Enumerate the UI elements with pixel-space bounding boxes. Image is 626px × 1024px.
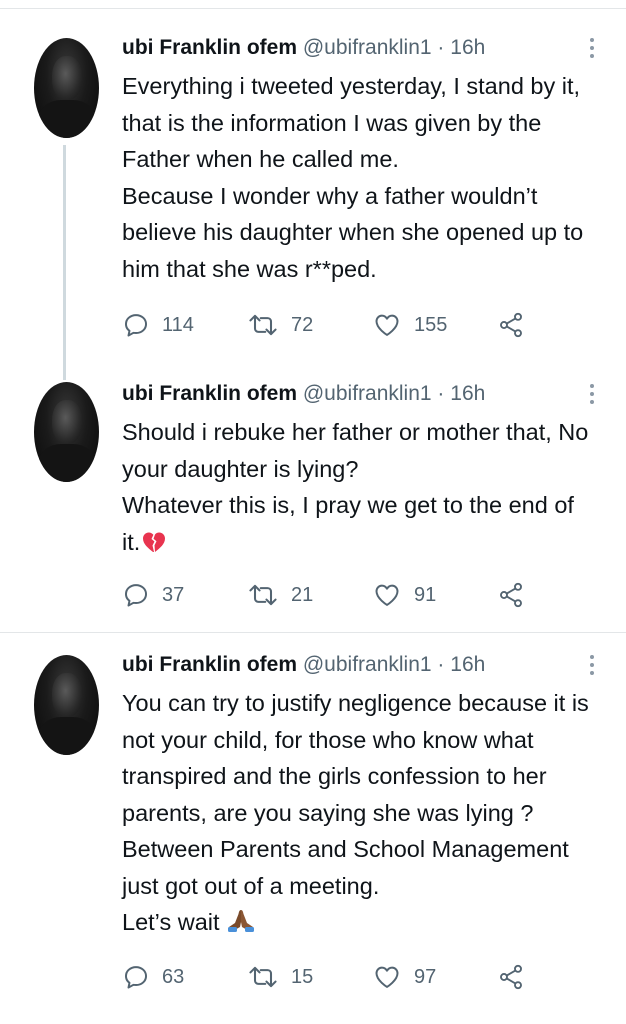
- like-count: 97: [414, 965, 437, 988]
- like-icon: [375, 966, 399, 988]
- share-icon: [500, 582, 522, 608]
- like-button[interactable]: 155: [372, 309, 447, 341]
- tweet-3[interactable]: ubi Franklin ofem @ubifranklin1 · 16h Yo…: [0, 633, 626, 1024]
- timestamp[interactable]: 16h: [450, 653, 485, 676]
- tweet-line-text: Let’s wait: [122, 909, 220, 935]
- avatar[interactable]: [34, 382, 99, 482]
- tweet-line: Father when he called me.: [122, 146, 399, 172]
- retweet-icon: [249, 966, 277, 988]
- tweet-text: Everything i tweeted yesterday, I stand …: [122, 68, 612, 287]
- retweet-button[interactable]: 15: [247, 961, 313, 993]
- separator-dot: ·: [437, 36, 445, 59]
- tweet-line: Everything i tweeted yesterday, I stand …: [122, 73, 581, 99]
- like-count: 91: [414, 583, 437, 606]
- folded-hands-emoji: [228, 910, 255, 932]
- reply-icon: [124, 966, 148, 989]
- broken-heart-emoji: [143, 532, 166, 552]
- separator-dot: ·: [437, 382, 445, 405]
- reply-icon: [124, 584, 148, 607]
- reply-count: 37: [162, 583, 185, 606]
- reply-count: 114: [162, 313, 194, 336]
- thread-connector: [63, 145, 66, 380]
- action-bar: 63 15 97: [122, 961, 592, 993]
- tweet-line-text: it.: [122, 528, 141, 555]
- action-bar: 114 72 155: [122, 309, 592, 341]
- author-name[interactable]: ubi Franklin ofem: [122, 382, 297, 405]
- like-button[interactable]: 91: [372, 579, 436, 611]
- tweet-line: You can try to justify negligence becaus…: [122, 690, 589, 716]
- tweet-header: ubi Franklin ofem @ubifranklin1 · 16h: [122, 653, 485, 677]
- retweet-count: 15: [291, 965, 314, 988]
- retweet-button[interactable]: 21: [247, 579, 313, 611]
- avatar[interactable]: [34, 655, 99, 755]
- tweet-line: Whatever this is, I pray we get to the e…: [122, 492, 574, 518]
- share-button[interactable]: [497, 961, 525, 993]
- reply-button[interactable]: 114: [122, 309, 194, 341]
- reply-icon: [124, 314, 148, 337]
- more-icon[interactable]: [588, 38, 596, 62]
- retweet-icon: [249, 314, 277, 336]
- tweet-line: parents, are you saying she was lying ?: [122, 799, 534, 826]
- share-icon: [500, 312, 522, 338]
- tweet-2[interactable]: ubi Franklin ofem @ubifranklin1 · 16h Sh…: [0, 380, 626, 632]
- tweet-line: your daughter is lying?: [122, 455, 359, 482]
- author-handle[interactable]: @ubifranklin1: [303, 36, 432, 59]
- more-icon[interactable]: [588, 384, 596, 408]
- action-bar: 37 21 91: [122, 579, 592, 611]
- retweet-count: 72: [291, 313, 314, 336]
- retweet-count: 21: [291, 583, 314, 606]
- tweet-header: ubi Franklin ofem @ubifranklin1 · 16h: [122, 36, 485, 60]
- retweet-button[interactable]: 72: [247, 309, 313, 341]
- timestamp[interactable]: 16h: [450, 382, 485, 405]
- tweet-line: not your child, for those who know what: [122, 726, 534, 753]
- tweet-line: Because I wonder why a father wouldn’t: [122, 182, 538, 209]
- reply-count: 63: [162, 965, 185, 988]
- retweet-icon: [249, 584, 277, 606]
- author-handle[interactable]: @ubifranklin1: [303, 382, 432, 405]
- author-name[interactable]: ubi Franklin ofem: [122, 36, 297, 59]
- share-button[interactable]: [497, 579, 525, 611]
- tweet-line: that is the information I was given by t…: [122, 109, 542, 136]
- tweet-1[interactable]: ubi Franklin ofem @ubifranklin1 · 16h Ev…: [0, 0, 626, 380]
- like-icon: [375, 584, 399, 606]
- tweet-text: You can try to justify negligence becaus…: [122, 685, 612, 941]
- share-icon: [500, 964, 522, 990]
- timestamp[interactable]: 16h: [450, 36, 485, 59]
- tweet-line: Let’s wait: [122, 904, 612, 941]
- tweet-line: it.: [122, 524, 612, 561]
- avatar[interactable]: [34, 38, 99, 138]
- reply-button[interactable]: 63: [122, 961, 184, 993]
- tweet-line: him that she was r**ped.: [122, 255, 377, 282]
- like-button[interactable]: 97: [372, 961, 436, 993]
- like-icon: [375, 314, 399, 336]
- author-handle[interactable]: @ubifranklin1: [303, 653, 432, 676]
- reply-button[interactable]: 37: [122, 579, 184, 611]
- tweet-line: Between Parents and School Management: [122, 836, 569, 862]
- tweet-line: Should i rebuke her father or mother tha…: [122, 419, 589, 445]
- more-icon[interactable]: [588, 655, 596, 679]
- separator-dot: ·: [437, 653, 445, 676]
- share-button[interactable]: [497, 309, 525, 341]
- like-count: 155: [414, 313, 448, 336]
- tweet-line: just got out of a meeting.: [122, 872, 380, 899]
- author-name[interactable]: ubi Franklin ofem: [122, 653, 297, 676]
- tweet-line: transpired and the girls confession to h…: [122, 763, 547, 789]
- tweet-header: ubi Franklin ofem @ubifranklin1 · 16h: [122, 382, 485, 406]
- tweet-text: Should i rebuke her father or mother tha…: [122, 414, 612, 560]
- tweet-line: believe his daughter when she opened up …: [122, 219, 584, 245]
